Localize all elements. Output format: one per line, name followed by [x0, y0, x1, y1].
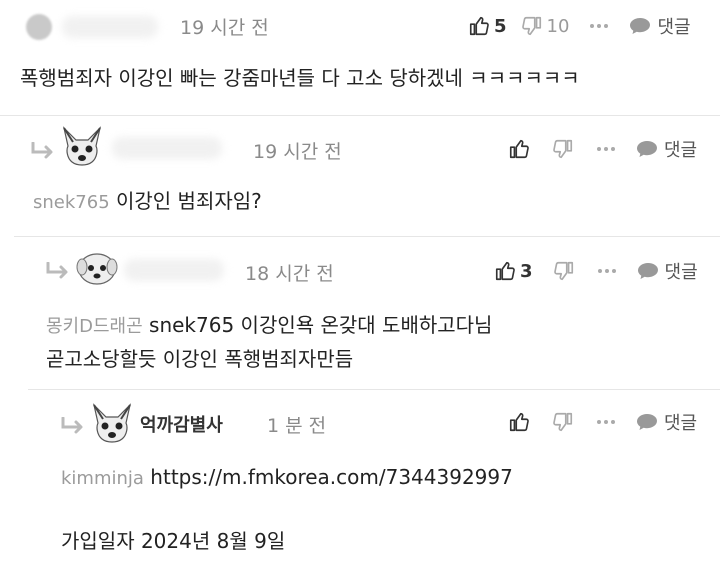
divider: [0, 115, 720, 116]
comment-body-line2: 가입일자 2024년 8월 9일: [61, 529, 286, 553]
blurred-username: [62, 15, 158, 38]
reply-button[interactable]: 댓글: [636, 409, 697, 435]
reply-button[interactable]: 댓글: [636, 136, 697, 162]
reply-button[interactable]: 댓글: [629, 13, 691, 39]
reply-arrow-icon: [46, 262, 68, 279]
more-button[interactable]: [589, 23, 609, 29]
speech-bubble-icon: [637, 141, 657, 157]
comment-text: snek765 이강인 범죄자임?: [33, 185, 262, 219]
comment-body-line1: snek765 이강인욕 온갖대 도배하고다님: [149, 313, 493, 337]
divider: [28, 389, 720, 390]
like-button[interactable]: 3: [494, 260, 533, 282]
comment-link[interactable]: https://m.fmkorea.com/7344392997: [150, 465, 513, 489]
like-button[interactable]: [508, 138, 530, 160]
more-icon: [590, 24, 609, 28]
dislike-button[interactable]: [552, 411, 574, 433]
dog-avatar[interactable]: [90, 403, 134, 445]
more-icon: [597, 147, 615, 151]
more-button[interactable]: [596, 146, 616, 152]
speech-bubble-icon: [630, 18, 651, 34]
reply-button[interactable]: 댓글: [637, 258, 698, 284]
thumbs-up-icon: [469, 16, 489, 36]
user-avatar[interactable]: [26, 13, 52, 40]
reply-label: 댓글: [664, 413, 698, 434]
speech-bubble-icon: [637, 414, 657, 430]
dog-avatar[interactable]: [60, 126, 104, 168]
thumbs-up-icon: [509, 139, 529, 159]
comment-time: 19 시간 전: [253, 141, 342, 163]
dog-avatar[interactable]: [76, 251, 118, 287]
dislike-button[interactable]: 10: [521, 15, 570, 37]
comment-text: kimminja https://m.fmkorea.com/734439299…: [61, 461, 513, 495]
thumbs-down-icon: [553, 261, 573, 281]
reply-arrow-icon: [61, 417, 83, 434]
reply-label: 댓글: [664, 140, 698, 161]
blurred-username: [112, 137, 222, 159]
like-count: 5: [494, 15, 507, 37]
blurred-username: [124, 259, 224, 281]
comment-body-line2: 곧고소당할듯 이강인 폭행범죄자만듬: [46, 347, 354, 371]
comment-text: 몽키D드래곤 snek765 이강인욕 온갖대 도배하고다님 곧고소당할듯 이강…: [46, 309, 492, 375]
comment-text: 폭행범죄자 이강인 빠는 강줌마년들 다 고소 당하겠네 ㅋㅋㅋㅋㅋㅋ: [20, 66, 580, 90]
thumbs-up-icon: [495, 261, 515, 281]
dislike-button[interactable]: [552, 138, 574, 160]
like-count: 3: [520, 260, 533, 282]
mention[interactable]: snek765: [33, 192, 110, 213]
thumbs-down-icon: [521, 16, 541, 36]
mention[interactable]: kimminja: [61, 468, 144, 489]
comment-time: 1 분 전: [267, 415, 327, 437]
dislike-count: 10: [546, 15, 570, 37]
more-button[interactable]: [597, 268, 617, 274]
more-icon: [597, 269, 616, 273]
like-button[interactable]: 5: [468, 15, 507, 37]
reply-label: 댓글: [664, 262, 698, 283]
divider: [14, 236, 720, 237]
comment-time: 19 시간 전: [180, 17, 269, 39]
comment-time: 18 시간 전: [245, 263, 334, 285]
comment-body: 이강인 범죄자임?: [116, 189, 262, 213]
more-icon: [597, 420, 615, 424]
thumbs-down-icon: [553, 412, 573, 432]
thumbs-down-icon: [553, 139, 573, 159]
reply-arrow-icon: [31, 142, 53, 159]
speech-bubble-icon: [637, 263, 658, 279]
like-button[interactable]: [508, 411, 530, 433]
username[interactable]: 억까감별사: [140, 411, 223, 437]
more-button[interactable]: [596, 419, 616, 425]
dislike-button[interactable]: [553, 260, 575, 282]
mention[interactable]: 몽키D드래곤: [46, 316, 143, 337]
reply-label: 댓글: [657, 17, 691, 38]
thumbs-up-icon: [509, 412, 529, 432]
